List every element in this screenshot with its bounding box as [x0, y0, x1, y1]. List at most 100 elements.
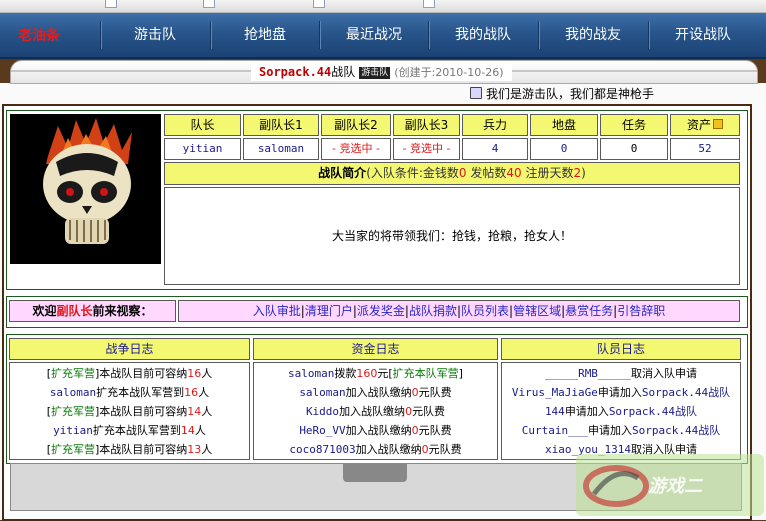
log-user[interactable]: coco871003: [289, 443, 355, 456]
action-manage-area[interactable]: 管辖区域: [513, 304, 561, 318]
cond-money-label: (入队条件:金钱数: [366, 166, 459, 180]
cond-suffix: ): [581, 166, 586, 180]
nav-item-guerrilla[interactable]: 游击队: [101, 13, 209, 57]
war-log-line: yitian扩充本战队军营到14人: [10, 422, 249, 441]
action-bounty-task[interactable]: 悬赏任务: [565, 304, 613, 318]
log-bracket: ]: [458, 367, 463, 380]
nav-item-my-comrades[interactable]: 我的战友: [539, 13, 647, 57]
team-header: Sorpack.44战队 游击队 (创建于:2010-10-26): [10, 60, 758, 84]
log-count: 13: [187, 443, 202, 456]
log-text: 取消入队申请: [631, 367, 698, 380]
log-count: 14: [180, 424, 195, 437]
team-suffix: 战队: [331, 65, 356, 79]
log-unit: 元队费: [428, 443, 462, 456]
action-member-list[interactable]: 队员列表: [461, 304, 509, 318]
log-amount: 0: [421, 443, 429, 456]
log-user[interactable]: saloman: [288, 367, 334, 380]
funds-log-line: saloman加入战队缴纳0元队费: [254, 384, 497, 403]
assets-label: 资产: [686, 118, 711, 132]
stat-tasks-value: 0: [600, 138, 668, 160]
members-log-list: _____RMB_____取消入队申请 Virus_MaJiaGe申请加入Sor…: [501, 362, 741, 460]
members-log-line: Virus_MaJiaGe申请加入Sorpack.44战队: [502, 384, 740, 403]
members-log-line: Curtain___申请加入Sorpack.44战队: [502, 422, 740, 441]
team-title: Sorpack.44战队 游击队 (创建于:2010-10-26): [251, 63, 512, 81]
log-team: Sorpack.44战队: [608, 405, 698, 418]
action-distribute-bonus[interactable]: 派发奖金: [357, 304, 405, 318]
stat-assets-value: 52: [670, 138, 740, 160]
nav-item-recent-battles[interactable]: 最近战况: [320, 13, 428, 57]
created-date: (创建于:2010-10-26): [394, 66, 504, 79]
stat-territory-value: 0: [530, 138, 598, 160]
stat-captain-value[interactable]: yitian: [164, 138, 241, 160]
stat-header-troops: 兵力: [462, 114, 528, 136]
stat-header-vice3: 副队长3: [393, 114, 460, 136]
log-text: 加入战队缴纳: [339, 405, 406, 418]
cond-days: 2: [573, 166, 582, 180]
log-user[interactable]: _____RMB_____: [545, 367, 631, 380]
log-text: ]本战队目前可容纳: [95, 405, 188, 418]
log-amount: 0: [411, 386, 419, 399]
log-text: 加入战队缴纳: [345, 386, 412, 399]
team-name: Sorpack.44: [259, 65, 332, 79]
log-user[interactable]: Kiddo: [306, 405, 339, 418]
action-resign[interactable]: 引咎辞职: [617, 304, 665, 318]
nav-item-create-team[interactable]: 开设战队: [649, 13, 757, 57]
log-text: 扩充本战队军营到: [96, 386, 185, 399]
log-text: ]本战队目前可容纳: [95, 443, 188, 456]
team-tag-badge: 游击队: [359, 67, 391, 79]
log-user[interactable]: saloman: [50, 386, 96, 399]
watermark-text: 游戏二: [648, 476, 702, 497]
log-text: 申请加入: [588, 424, 632, 437]
main-nav: 老油条 游击队 抢地盘 最近战况 我的战队 我的战友 开设战队: [0, 13, 766, 59]
log-text: 申请加入: [564, 405, 609, 418]
team-slogan: 我们是游击队，我们都是神枪手: [470, 85, 654, 102]
stat-vice1-value[interactable]: saloman: [243, 138, 319, 160]
welcome-text: 欢迎副队长前来视察：: [9, 300, 176, 322]
stat-header-captain: 队长: [164, 114, 241, 136]
action-donate[interactable]: 战队捐款: [409, 304, 457, 318]
admin-actions: 入队审批|清理门户|派发奖金|战队捐款|队员列表|管辖区域|悬赏任务|引咎辞职: [178, 300, 740, 322]
war-log-line: [扩充军营]本战队目前可容纳14人: [10, 403, 249, 422]
log-unit: 元[: [377, 367, 393, 380]
stat-header-territory: 地盘: [530, 114, 598, 136]
team-intro-text: 大当家的将带领我们：抢钱，抢粮，抢女人！: [164, 187, 740, 285]
funds-log-list: saloman拨款160元[扩充本队军营] saloman加入战队缴纳0元队费 …: [253, 362, 498, 460]
log-unit: 元队费: [412, 405, 446, 418]
action-approve-join[interactable]: 入队审批: [253, 304, 301, 318]
cond-posts: 40: [506, 166, 522, 180]
stat-troops-value: 4: [462, 138, 528, 160]
log-text: 加入战队缴纳: [355, 443, 422, 456]
members-log-title: 队员日志: [501, 338, 741, 360]
log-text: 拨款: [334, 367, 357, 380]
log-user[interactable]: saloman: [299, 386, 345, 399]
log-user[interactable]: HeRo_VV: [299, 424, 345, 437]
cond-money: 0: [458, 166, 467, 180]
log-user[interactable]: 144: [545, 405, 565, 418]
log-text: ]本战队目前可容纳: [95, 367, 188, 380]
watermark-swirl-icon: [583, 465, 649, 507]
speaker-icon: [470, 87, 482, 99]
log-user[interactable]: Virus_MaJiaGe: [512, 386, 598, 399]
log-team: Sorpack.44战队: [632, 424, 721, 437]
war-log-list: [扩充军营]本战队目前可容纳16人 saloman扩充本战队军营到16人 [扩充…: [9, 362, 250, 460]
log-user[interactable]: Curtain___: [522, 424, 588, 437]
intro-title: 战队简介: [318, 166, 367, 180]
log-text: 申请加入: [597, 386, 642, 399]
action-purge-members[interactable]: 清理门户: [305, 304, 353, 318]
log-user[interactable]: yitian: [53, 424, 93, 437]
log-unit: 人: [194, 424, 206, 437]
members-log-line: _____RMB_____取消入队申请: [502, 365, 740, 384]
log-tag: 扩充军营: [51, 367, 95, 380]
log-amount: 0: [411, 424, 419, 437]
nav-item-grab-territory[interactable]: 抢地盘: [211, 13, 319, 57]
cond-days-label: 注册天数: [521, 166, 574, 180]
nav-item-my-team[interactable]: 我的战队: [429, 13, 537, 57]
war-log-title: 战争日志: [9, 338, 250, 360]
log-amount: 0: [405, 405, 413, 418]
funds-log-line: Kiddo加入战队缴纳0元队费: [254, 403, 497, 422]
slogan-text: 我们是游击队，我们都是神枪手: [486, 87, 655, 101]
log-text: 扩充本战队军营到: [92, 424, 181, 437]
scroll-handle[interactable]: [343, 464, 407, 482]
window-control-icon: [313, 0, 325, 8]
stat-vice2-value: - 竞选中 -: [321, 138, 391, 160]
